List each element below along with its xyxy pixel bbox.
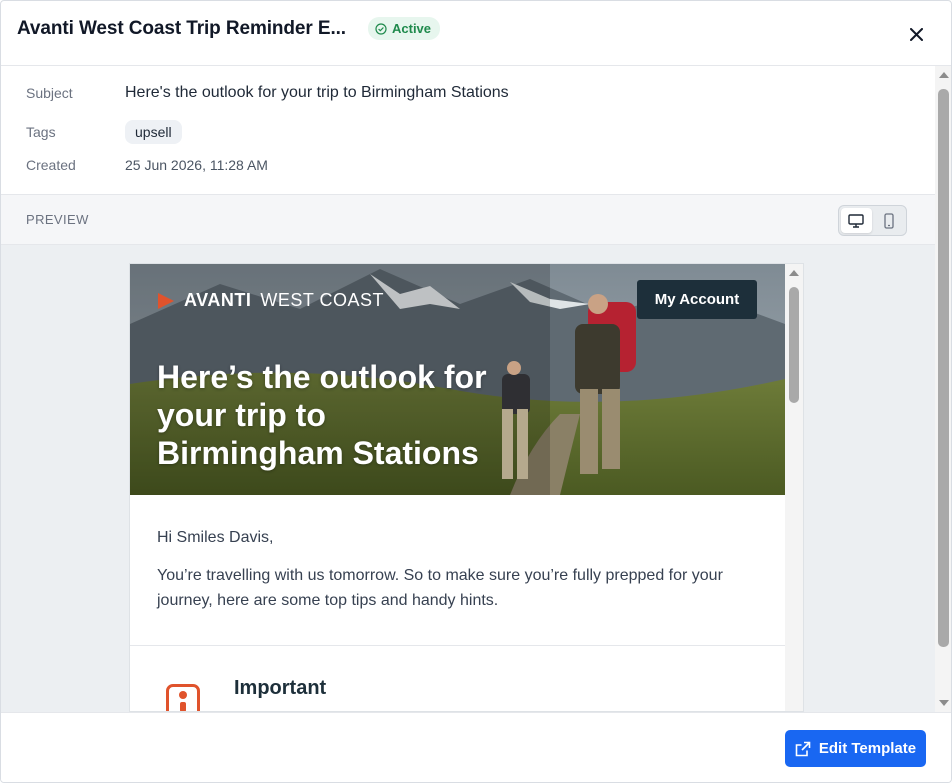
tag-chip: upsell	[125, 120, 182, 144]
modal-header: Avanti West Coast Trip Reminder E... Act…	[1, 1, 951, 66]
desktop-icon	[848, 213, 864, 228]
modal-title: Avanti West Coast Trip Reminder E...	[17, 18, 346, 39]
brand-logo: AVANTI WEST COAST	[157, 290, 384, 311]
check-circle-icon	[375, 22, 387, 35]
preview-toolbar: PREVIEW	[1, 194, 935, 245]
preview-label: PREVIEW	[26, 212, 89, 227]
preview-canvas: AVANTI WEST COAST My Account Here’s the …	[1, 245, 935, 712]
hero-title: Here’s the outlook for your trip to Birm…	[157, 359, 487, 471]
close-button[interactable]	[905, 23, 927, 45]
template-details: Subject Here's the outlook for your trip…	[1, 66, 935, 195]
greeting-text: Hi Smiles Davis,	[157, 529, 274, 546]
email-preview-frame[interactable]: AVANTI WEST COAST My Account Here’s the …	[129, 263, 804, 712]
view-mode-toggle	[838, 205, 907, 236]
created-label: Created	[26, 157, 76, 173]
created-value: 25 Jun 2026, 11:28 AM	[125, 157, 268, 173]
created-row: Created 25 Jun 2026, 11:28 AM	[26, 157, 268, 173]
close-icon	[909, 27, 923, 41]
modal-footer: Edit Template	[1, 712, 951, 782]
email-hero: AVANTI WEST COAST My Account Here’s the …	[130, 264, 785, 495]
modal-content[interactable]: Subject Here's the outlook for your trip…	[1, 66, 951, 712]
section-divider	[130, 645, 785, 646]
important-icon	[166, 684, 200, 711]
tags-row: Tags upsell	[26, 120, 182, 144]
scroll-up-arrow-icon[interactable]	[789, 270, 799, 276]
play-arrow-icon	[158, 292, 174, 309]
intro-text: You’re travelling with us tomorrow. So t…	[157, 567, 723, 609]
status-label: Active	[392, 21, 432, 36]
section-title: Important	[234, 677, 327, 699]
scroll-down-arrow-icon[interactable]	[939, 700, 949, 706]
subject-row: Subject Here's the outlook for your trip…	[26, 84, 509, 102]
mobile-view-button[interactable]	[874, 208, 905, 233]
mobile-icon	[884, 212, 894, 229]
status-badge: Active	[368, 17, 441, 40]
modal-scroll-thumb[interactable]	[938, 89, 949, 647]
modal-scrollbar[interactable]	[935, 66, 951, 712]
template-modal: Avanti West Coast Trip Reminder E... Act…	[0, 0, 952, 783]
desktop-view-button[interactable]	[841, 208, 872, 233]
email-body: Hi Smiles Davis, You’re travelling with …	[130, 495, 785, 711]
brand-name-light: WEST COAST	[260, 290, 385, 310]
subject-value: Here's the outlook for your trip to Birm…	[125, 84, 509, 101]
edit-template-label: Edit Template	[818, 740, 917, 757]
brand-name-bold: AVANTI	[184, 290, 252, 310]
scroll-up-arrow-icon[interactable]	[939, 72, 949, 78]
preview-scroll-thumb[interactable]	[789, 287, 799, 403]
preview-scrollbar[interactable]	[785, 264, 803, 711]
subject-label: Subject	[26, 85, 73, 101]
my-account-button[interactable]: My Account	[637, 280, 757, 319]
external-link-icon	[795, 741, 811, 756]
alert-person-icon	[179, 691, 187, 711]
tags-label: Tags	[26, 124, 56, 140]
edit-template-button[interactable]: Edit Template	[785, 730, 926, 767]
